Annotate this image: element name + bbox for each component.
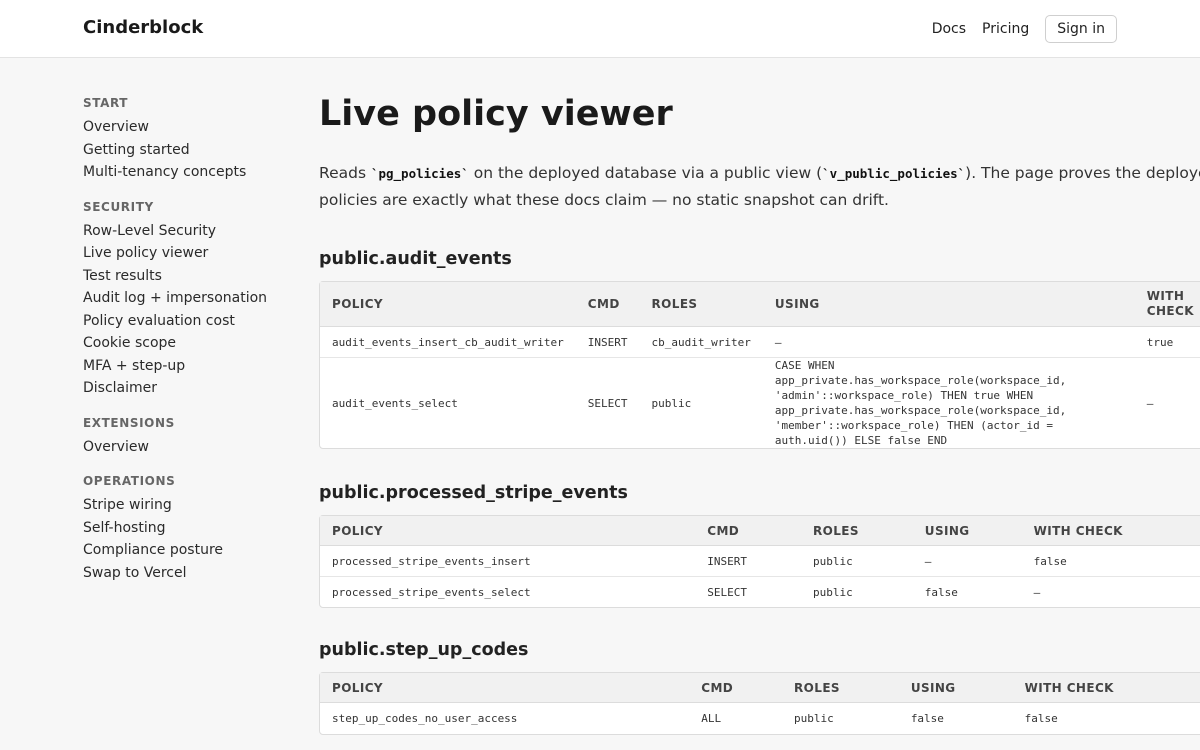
sidebar-heading: START — [83, 96, 129, 110]
column-header-with-check: WITH CHECK — [1012, 673, 1200, 703]
sidebar-item-audit-log[interactable]: Audit log + impersonation — [83, 287, 293, 310]
table-title: public.processed_stripe_events — [319, 483, 628, 503]
cell-policy: step_up_codes_no_user_access — [332, 712, 518, 725]
inline-code: `v_public_policies` — [822, 166, 966, 181]
cell-with-check: — — [1146, 396, 1154, 410]
sidebar-item-swap-to-vercel[interactable]: Swap to Vercel — [83, 562, 293, 585]
nav-pricing-link[interactable]: Pricing — [982, 21, 1029, 37]
sidebar-item-getting-started[interactable]: Getting started — [83, 139, 293, 162]
cell-policy: processed_stripe_events_insert — [320, 546, 696, 577]
sidebar-group-start: START Overview Getting started Multi-ten… — [83, 96, 293, 184]
cell-policy: processed_stripe_events_select — [332, 585, 531, 599]
policy-section-step-up-codes: public.step_up_codes POLICY CMD ROLES US… — [319, 639, 1200, 735]
sidebar-group-operations: OPERATIONS Stripe wiring Self-hosting Co… — [83, 474, 293, 584]
policy-section-audit-events: public.audit_events POLICY CMD ROLES USI… — [319, 248, 1200, 449]
column-header-roles: ROLES — [639, 282, 763, 327]
nav-docs-link[interactable]: Docs — [932, 21, 966, 37]
column-header-cmd: CMD — [689, 673, 783, 703]
page-title: Live policy viewer — [319, 94, 673, 134]
sidebar-item-overview[interactable]: Overview — [83, 116, 293, 139]
column-header-using: USING — [762, 282, 1135, 327]
column-header-policy: POLICY — [320, 673, 690, 703]
table-row: audit_events_insert_cb_audit_writer INSE… — [320, 327, 1200, 358]
column-header-using: USING — [912, 516, 1022, 546]
policy-section-processed-stripe-events: public.processed_stripe_events POLICY CM… — [319, 482, 1200, 608]
sidebar-item-self-hosting[interactable]: Self-hosting — [83, 517, 293, 540]
intro-paragraph: Reads `pg_policies` on the deployed data… — [319, 160, 1200, 213]
table-row: processed_stripe_events_insert INSERT pu… — [320, 546, 1200, 577]
docs-sidebar: START Overview Getting started Multi-ten… — [83, 96, 293, 600]
column-header-policy: POLICY — [320, 516, 696, 546]
policy-table: POLICY CMD ROLES USING WITH CHECK proces… — [319, 515, 1200, 608]
inline-code: `pg_policies` — [370, 166, 469, 181]
policy-table: POLICY CMD ROLES USING WITH CHECK step_u… — [319, 672, 1200, 735]
cell-cmd: SELECT — [707, 585, 747, 599]
column-header-roles: ROLES — [801, 516, 913, 546]
column-header-cmd: CMD — [575, 282, 640, 327]
cell-using: false — [924, 585, 958, 599]
cell-roles: public — [651, 396, 692, 410]
table-header-row: POLICY CMD ROLES USING WITH CHECK — [320, 673, 1200, 703]
column-header-cmd: CMD — [695, 516, 802, 546]
cell-with-check: — — [1033, 585, 1041, 599]
cell-using: false — [910, 712, 944, 725]
header-nav: Docs Pricing Sign in — [916, 15, 1117, 43]
column-header-with-check: WITH CHECK — [1134, 282, 1200, 327]
column-header-using: USING — [898, 673, 1013, 703]
sidebar-item-stripe-wiring[interactable]: Stripe wiring — [83, 494, 293, 517]
sidebar-item-test-results[interactable]: Test results — [83, 265, 293, 288]
cell-cmd: INSERT — [695, 546, 802, 577]
cell-cmd: SELECT — [587, 396, 628, 410]
cell-using: — — [762, 327, 1135, 358]
cell-roles: public — [813, 585, 853, 599]
table-row: audit_events_select SELECT public CASE W… — [320, 358, 1200, 448]
intro-text: on the deployed database via a public vi… — [468, 164, 823, 182]
column-header-roles: ROLES — [782, 673, 899, 703]
sign-in-button[interactable]: Sign in — [1045, 15, 1117, 43]
sidebar-item-mfa-step-up[interactable]: MFA + step-up — [83, 355, 293, 378]
table-row: processed_stripe_events_select SELECT pu… — [320, 577, 1200, 607]
cell-with-check: true — [1134, 327, 1200, 358]
cell-with-check: false — [1024, 712, 1058, 725]
table-header-row: POLICY CMD ROLES USING WITH CHECK — [320, 516, 1200, 546]
main-content: Live policy viewer Reads `pg_policies` o… — [319, 92, 1200, 735]
cell-policy: audit_events_insert_cb_audit_writer — [320, 327, 576, 358]
sidebar-item-cookie-scope[interactable]: Cookie scope — [83, 332, 293, 355]
cell-roles: public — [794, 712, 834, 725]
sidebar-item-disclaimer[interactable]: Disclaimer — [83, 377, 293, 400]
cell-policy: audit_events_select — [332, 396, 458, 410]
cell-roles: cb_audit_writer — [639, 327, 763, 358]
sidebar-item-row-level-security[interactable]: Row-Level Security — [83, 220, 293, 243]
cell-cmd: ALL — [701, 712, 722, 725]
policy-table: POLICY CMD ROLES USING WITH CHECK audit_… — [319, 281, 1200, 449]
sidebar-item-live-policy-viewer[interactable]: Live policy viewer — [83, 242, 293, 265]
intro-text: Reads — [319, 164, 371, 182]
brand-logo-link[interactable]: Cinderblock — [83, 17, 203, 38]
sidebar-group-security: SECURITY Row-Level Security Live policy … — [83, 200, 293, 400]
column-header-with-check: WITH CHECK — [1021, 516, 1200, 546]
sidebar-heading: OPERATIONS — [83, 474, 176, 488]
cell-with-check: false — [1021, 546, 1200, 577]
sidebar-heading: SECURITY — [83, 199, 154, 214]
table-header-row: POLICY CMD ROLES USING WITH CHECK — [320, 282, 1200, 327]
sidebar-group-extensions: EXTENSIONS Overview — [83, 416, 293, 459]
sidebar-item-multi-tenancy[interactable]: Multi-tenancy concepts — [83, 161, 293, 184]
table-row: step_up_codes_no_user_access ALL public … — [320, 703, 1200, 734]
sidebar-item-extensions-overview[interactable]: Overview — [83, 436, 293, 459]
table-title: public.step_up_codes — [319, 640, 529, 660]
sidebar-item-policy-evaluation-cost[interactable]: Policy evaluation cost — [83, 310, 293, 333]
cell-using: CASE WHEN app_private.has_workspace_role… — [774, 359, 1067, 447]
cell-using: — — [912, 546, 1022, 577]
cell-cmd: INSERT — [575, 327, 640, 358]
top-nav-bar: Cinderblock Docs Pricing Sign in — [0, 0, 1200, 58]
cell-roles: public — [801, 546, 913, 577]
sidebar-item-compliance-posture[interactable]: Compliance posture — [83, 539, 293, 562]
sidebar-heading: EXTENSIONS — [83, 415, 175, 430]
table-title: public.audit_events — [319, 249, 512, 269]
column-header-policy: POLICY — [320, 282, 576, 327]
